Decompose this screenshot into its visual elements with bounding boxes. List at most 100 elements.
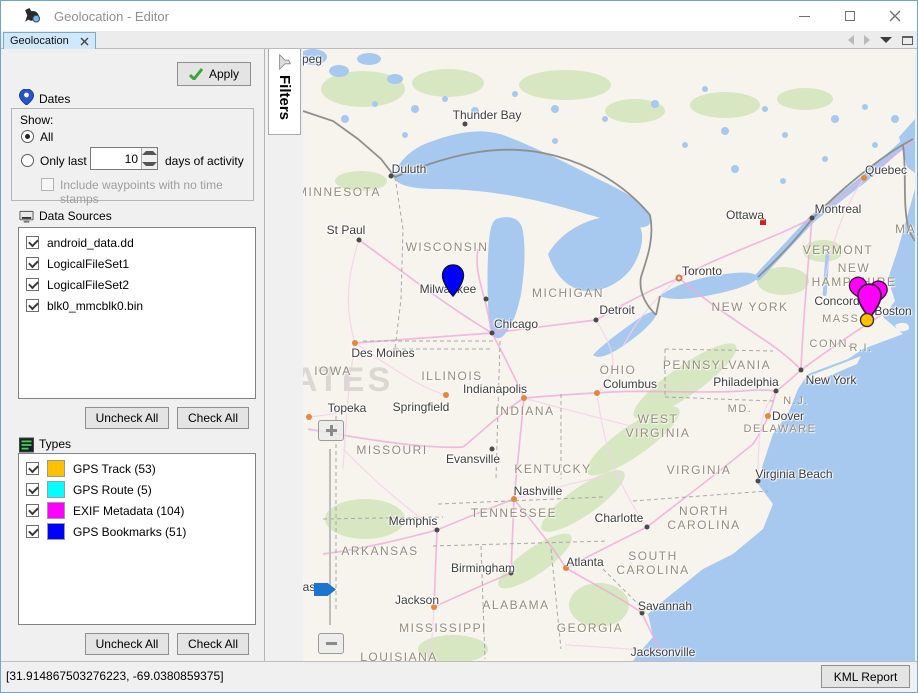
- map-state-label: MICHIGAN: [532, 286, 604, 300]
- zoom-in-button[interactable]: [318, 420, 344, 441]
- tab-label: Geolocation: [10, 35, 80, 47]
- type-row[interactable]: GPS Bookmarks (51): [19, 521, 255, 542]
- map-city-label: Memphis: [389, 514, 438, 528]
- map-city-label: Springfield: [393, 400, 450, 414]
- map-state-label: CONN.: [810, 338, 853, 350]
- map-state-label: SOUTH CAROLINA: [616, 549, 689, 577]
- map-state-label: MISSISSIPPI: [399, 621, 487, 635]
- include-waypoints-checkbox[interactable]: [41, 178, 54, 191]
- types-check-all-button[interactable]: Check All: [177, 633, 249, 655]
- spinner-down-button[interactable]: [142, 159, 157, 170]
- map-state-label: VIRGINIA: [667, 463, 732, 477]
- days-spinner[interactable]: 10: [90, 147, 158, 170]
- datasources-uncheck-all-button[interactable]: Uncheck All: [85, 407, 169, 429]
- city-dot: [645, 525, 650, 530]
- filters-tab-label: Filters: [276, 75, 293, 120]
- tab-strip: Geolocation: [1, 31, 917, 49]
- type-checkbox[interactable]: [26, 525, 39, 538]
- radio-all[interactable]: [21, 130, 34, 143]
- datasources-check-all-button[interactable]: Check All: [177, 407, 249, 429]
- city-dot: [594, 318, 599, 323]
- data-source-checkbox[interactable]: [26, 278, 39, 291]
- map-city-label: Nashville: [514, 484, 563, 498]
- include-waypoints-label: Include waypoints with no time stamps: [60, 178, 253, 206]
- map-view[interactable]: ATES MINNESOTA WISCONSIN MICHIGAN IOWA I…: [303, 49, 915, 661]
- apply-label: Apply: [209, 67, 239, 81]
- map-state-label: DELAWARE: [744, 423, 817, 435]
- type-checkbox[interactable]: [26, 504, 39, 517]
- map-city-label: as: [303, 580, 315, 594]
- map-state-label: MINNESOTA: [303, 185, 381, 199]
- data-source-checkbox[interactable]: [26, 236, 39, 249]
- title-bar[interactable]: Geolocation - Editor: [1, 1, 917, 31]
- map-city-label: Quebec: [865, 163, 907, 177]
- data-source-checkbox[interactable]: [26, 299, 39, 312]
- data-source-row[interactable]: android_data.dd: [19, 232, 255, 253]
- type-checkbox[interactable]: [26, 462, 39, 475]
- map-state-label: PENNSYLVANIA: [663, 358, 771, 372]
- close-button[interactable]: [872, 1, 917, 31]
- close-icon: [889, 10, 901, 22]
- gps-bookmark-pin[interactable]: [441, 264, 465, 297]
- spinner-buttons: [141, 148, 157, 169]
- map-state-label: ILLINOIS: [421, 369, 482, 383]
- tabstrip-controls: [848, 35, 913, 45]
- tab-geolocation[interactable]: Geolocation: [3, 32, 96, 49]
- map-city-label: Dover: [772, 409, 804, 423]
- radio-all-label[interactable]: All: [40, 130, 53, 144]
- map-state-label: VERMONT: [803, 243, 874, 257]
- city-dot: [810, 216, 815, 221]
- map-city-label: New York: [806, 373, 857, 387]
- maximize-button[interactable]: [827, 1, 872, 31]
- minimize-button[interactable]: [782, 1, 827, 31]
- gps-track-point[interactable]: [859, 312, 875, 328]
- show-label: Show:: [20, 113, 53, 127]
- plus-icon: [326, 429, 337, 432]
- map-city-label: Columbus: [603, 377, 657, 391]
- type-row[interactable]: GPS Route (5): [19, 479, 255, 500]
- radio-only-last[interactable]: [21, 154, 34, 167]
- data-source-label: android_data.dd: [47, 236, 134, 250]
- city-dot: [443, 392, 449, 398]
- filters-tab[interactable]: Filters: [268, 49, 301, 135]
- map-city-label: Savannah: [638, 599, 692, 613]
- kml-report-button[interactable]: KML Report: [821, 665, 910, 688]
- maximize-view-icon[interactable]: [902, 36, 913, 45]
- map-state-label: MAI: [895, 222, 915, 236]
- type-row[interactable]: EXIF Metadata (104): [19, 500, 255, 521]
- zoom-out-button[interactable]: [318, 633, 344, 654]
- type-label: GPS Route (5): [73, 483, 152, 497]
- map-state-label: GEORGIA: [557, 621, 624, 635]
- type-checkbox[interactable]: [26, 483, 39, 496]
- tab-list-dropdown-icon[interactable]: [880, 37, 892, 43]
- tab-close-icon[interactable]: [80, 37, 89, 46]
- apply-button[interactable]: Apply: [177, 62, 251, 86]
- data-source-checkbox[interactable]: [26, 257, 39, 270]
- city-dot: [490, 447, 495, 452]
- map-state-label: MD.: [728, 403, 753, 415]
- city-dot: [594, 390, 600, 396]
- data-source-row[interactable]: LogicalFileSet2: [19, 274, 255, 295]
- types-uncheck-all-button[interactable]: Uncheck All: [85, 633, 169, 655]
- data-source-row[interactable]: blk0_mmcblk0.bin: [19, 295, 255, 316]
- spinner-up-button[interactable]: [142, 148, 157, 159]
- type-row[interactable]: GPS Track (53): [19, 458, 255, 479]
- data-source-row[interactable]: LogicalFileSet1: [19, 253, 255, 274]
- city-dot: [490, 331, 495, 336]
- map-city-label: Jacksonville: [631, 645, 696, 659]
- days-value[interactable]: 10: [91, 148, 141, 169]
- map-state-label: NEW YORK: [711, 300, 788, 314]
- scroll-left-icon[interactable]: [848, 35, 854, 45]
- city-dot: [306, 414, 312, 420]
- scroll-right-icon[interactable]: [864, 35, 870, 45]
- map-city-label: Atlanta: [566, 555, 603, 569]
- zoom-slider-track[interactable]: [329, 449, 331, 625]
- map-city-label: Detroit: [599, 303, 634, 317]
- map-city-label: Topeka: [328, 401, 367, 415]
- cursor-coordinates: [31.914867503276223, -69.0380859375]: [6, 669, 224, 683]
- map-city-label: Thunder Bay: [453, 108, 522, 122]
- radio-only-last-label[interactable]: Only last: [40, 154, 87, 168]
- city-dot: [774, 389, 779, 394]
- city-dot: [435, 528, 440, 533]
- types-section-title: Types: [39, 437, 71, 451]
